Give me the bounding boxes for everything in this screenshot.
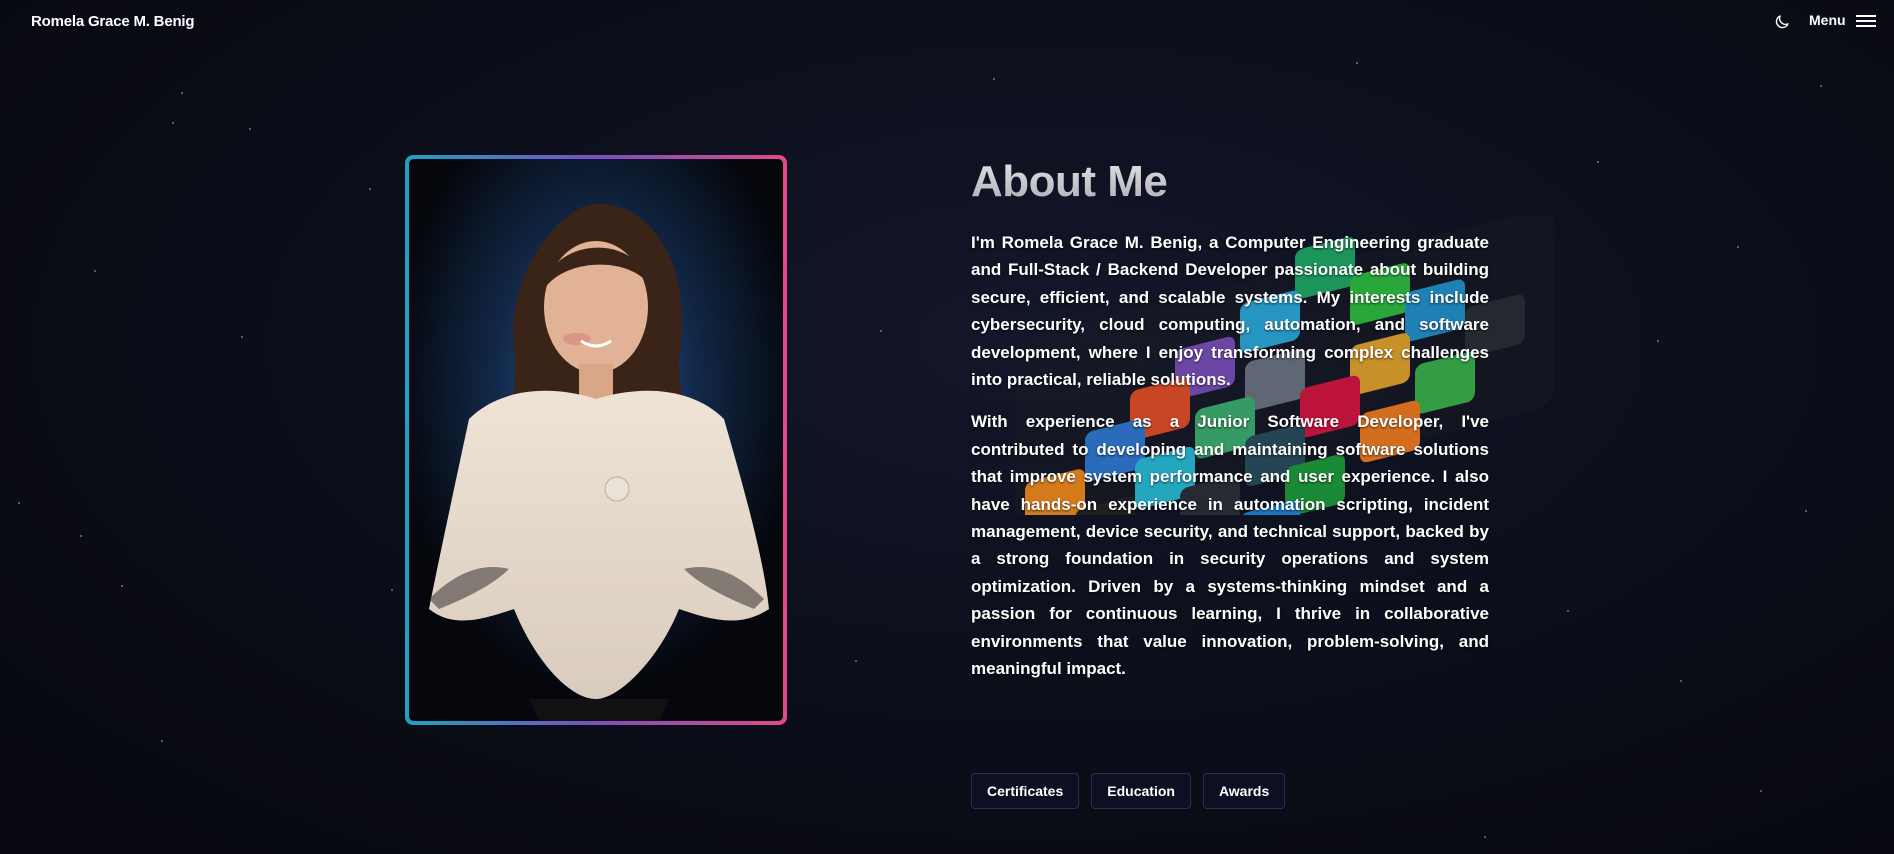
about-paragraph-experience: With experience as a Junior Software Dev… — [971, 412, 1489, 679]
about-section: About Me I'm Romela Grace M. Benig, a Co… — [971, 155, 1489, 683]
menu-button[interactable]: Menu — [1809, 12, 1876, 28]
hamburger-icon — [1855, 14, 1876, 27]
site-header: Romela Grace M. Benig Menu — [0, 0, 1894, 44]
about-tabs: Certificates Education Awards — [971, 773, 1286, 809]
certificates-button[interactable]: Certificates — [971, 773, 1080, 809]
starfield-background — [0, 0, 1894, 854]
site-brand[interactable]: Romela Grace M. Benig — [31, 13, 195, 30]
education-button[interactable]: Education — [1091, 773, 1191, 809]
awards-button[interactable]: Awards — [1202, 773, 1286, 809]
menu-label: Menu — [1809, 12, 1846, 28]
profile-photo — [409, 159, 783, 721]
profile-photo-frame — [405, 155, 787, 725]
moon-icon[interactable] — [1773, 13, 1791, 31]
about-title: About Me — [971, 155, 1489, 209]
about-paragraph-intro: I'm Romela Grace M. Benig, a Computer En… — [971, 233, 1489, 390]
